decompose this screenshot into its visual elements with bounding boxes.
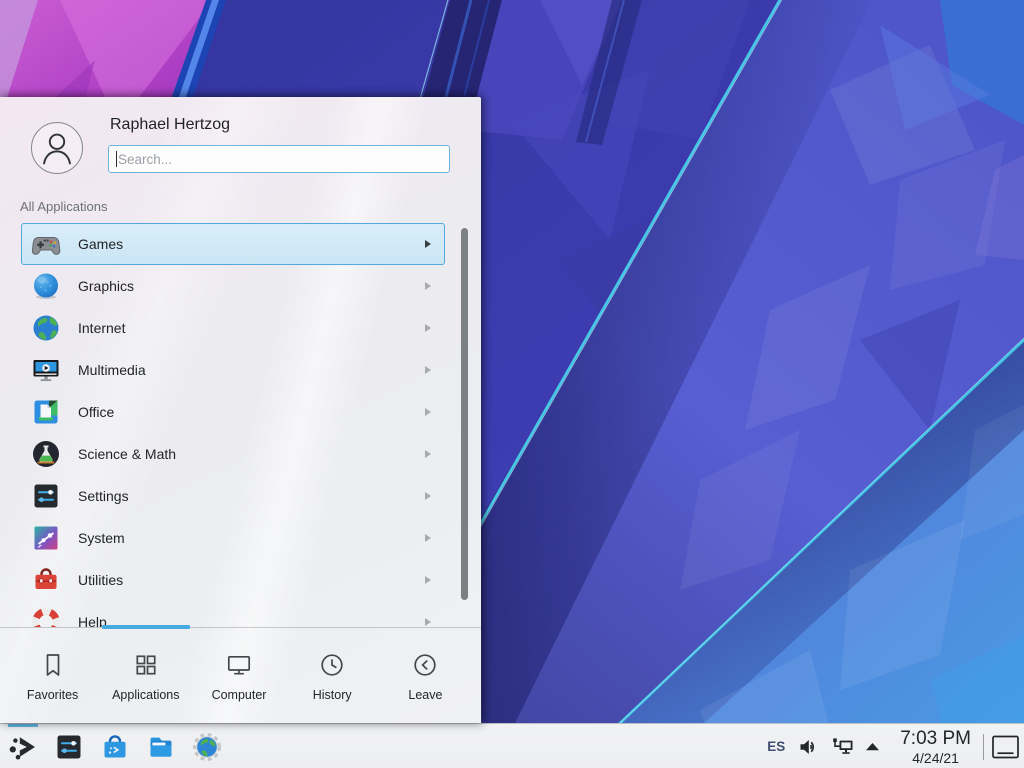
monitor-play-icon — [29, 354, 62, 387]
tab-label: Applications — [112, 688, 179, 702]
leave-icon — [410, 650, 440, 680]
tab-computer[interactable]: Computer — [192, 650, 285, 702]
bookmark-icon — [38, 650, 68, 680]
digital-clock[interactable]: 7:03 PM 4/24/21 — [900, 729, 971, 765]
category-label: Utilities — [78, 572, 425, 588]
launcher-tabbar: Favorites Applications C — [0, 627, 481, 723]
tab-label: Favorites — [27, 688, 78, 702]
tray-separator — [983, 734, 984, 760]
avatar[interactable] — [31, 122, 83, 174]
user-name: Raphael Hertzog — [110, 116, 230, 134]
submenu-arrow-icon — [425, 408, 431, 416]
expand-tray-button[interactable] — [865, 742, 880, 751]
folder-icon — [145, 731, 177, 763]
submenu-arrow-icon — [425, 240, 431, 248]
category-multimedia[interactable]: Multimedia — [21, 349, 445, 391]
category-utilities[interactable]: Utilities — [21, 559, 445, 601]
submenu-arrow-icon — [425, 366, 431, 374]
gamepad-icon — [29, 228, 62, 261]
panel-launchers — [7, 724, 223, 768]
search-input[interactable] — [109, 146, 449, 172]
category-help[interactable]: Help — [21, 601, 445, 627]
tab-label: History — [313, 688, 352, 702]
clock-date: 4/24/21 — [900, 751, 971, 765]
show-desktop-icon — [991, 734, 1020, 760]
network-button[interactable] — [831, 737, 855, 757]
category-label: System — [78, 530, 425, 546]
category-office[interactable]: Office — [21, 391, 445, 433]
tab-label: Computer — [212, 688, 267, 702]
taskbar-panel: ES — [0, 723, 1024, 768]
submenu-arrow-icon — [425, 492, 431, 500]
toolbox-icon — [29, 564, 62, 597]
active-tab-indicator — [102, 625, 190, 629]
scrollbar[interactable] — [461, 228, 468, 600]
category-settings[interactable]: Settings — [21, 475, 445, 517]
volume-button[interactable] — [798, 737, 819, 757]
file-manager-button[interactable] — [145, 731, 177, 763]
kickoff-menu-button[interactable] — [7, 731, 39, 763]
category-system[interactable]: System — [21, 517, 445, 559]
clock-icon — [317, 650, 347, 680]
grid-icon — [131, 650, 161, 680]
category-science-math[interactable]: Science & Math — [21, 433, 445, 475]
category-label: Internet — [78, 320, 425, 336]
category-label: Office — [78, 404, 425, 420]
discover-store-button[interactable] — [99, 731, 131, 763]
system-tray: ES — [767, 724, 1024, 768]
clock-time: 7:03 PM — [900, 729, 971, 748]
globe-icon — [29, 312, 62, 345]
submenu-arrow-icon — [425, 534, 431, 542]
category-label: Graphics — [78, 278, 425, 294]
submenu-arrow-icon — [425, 450, 431, 458]
submenu-arrow-icon — [425, 618, 431, 626]
computer-icon — [224, 650, 254, 680]
flask-icon — [29, 438, 62, 471]
lifebuoy-icon — [29, 606, 62, 628]
system-settings-icon — [53, 731, 85, 763]
keyboard-layout-indicator[interactable]: ES — [767, 739, 785, 754]
category-internet[interactable]: Internet — [21, 307, 445, 349]
application-launcher-popup: Raphael Hertzog All Applications Games — [0, 97, 481, 723]
category-label: Games — [78, 236, 425, 252]
submenu-arrow-icon — [425, 324, 431, 332]
category-list: Games Graphics — [21, 223, 445, 627]
tab-history[interactable]: History — [286, 650, 379, 702]
tab-favorites[interactable]: Favorites — [6, 650, 99, 702]
globe-gear-icon — [191, 731, 223, 763]
submenu-arrow-icon — [425, 282, 431, 290]
tab-leave[interactable]: Leave — [379, 650, 472, 702]
category-label: Settings — [78, 488, 425, 504]
discover-icon — [99, 731, 131, 763]
document-icon — [29, 396, 62, 429]
show-desktop-button[interactable] — [991, 734, 1020, 760]
user-icon — [32, 122, 82, 174]
volume-icon — [798, 737, 819, 757]
category-graphics[interactable]: Graphics — [21, 265, 445, 307]
category-games[interactable]: Games — [21, 223, 445, 265]
kickoff-icon — [7, 731, 39, 763]
network-icon — [831, 737, 855, 757]
blue-sphere-icon — [29, 270, 62, 303]
section-label: All Applications — [20, 199, 107, 214]
sliders-color-icon — [29, 522, 62, 555]
tab-applications[interactable]: Applications — [99, 650, 192, 702]
submenu-arrow-icon — [425, 576, 431, 584]
system-settings-button[interactable] — [53, 731, 85, 763]
category-label: Multimedia — [78, 362, 425, 378]
tab-label: Leave — [408, 688, 442, 702]
sliders-dark-icon — [29, 480, 62, 513]
search-field[interactable] — [108, 145, 450, 173]
caret-up-icon — [865, 742, 880, 751]
web-browser-button[interactable] — [191, 731, 223, 763]
category-label: Science & Math — [78, 446, 425, 462]
desktop: Raphael Hertzog All Applications Games — [0, 0, 1024, 768]
